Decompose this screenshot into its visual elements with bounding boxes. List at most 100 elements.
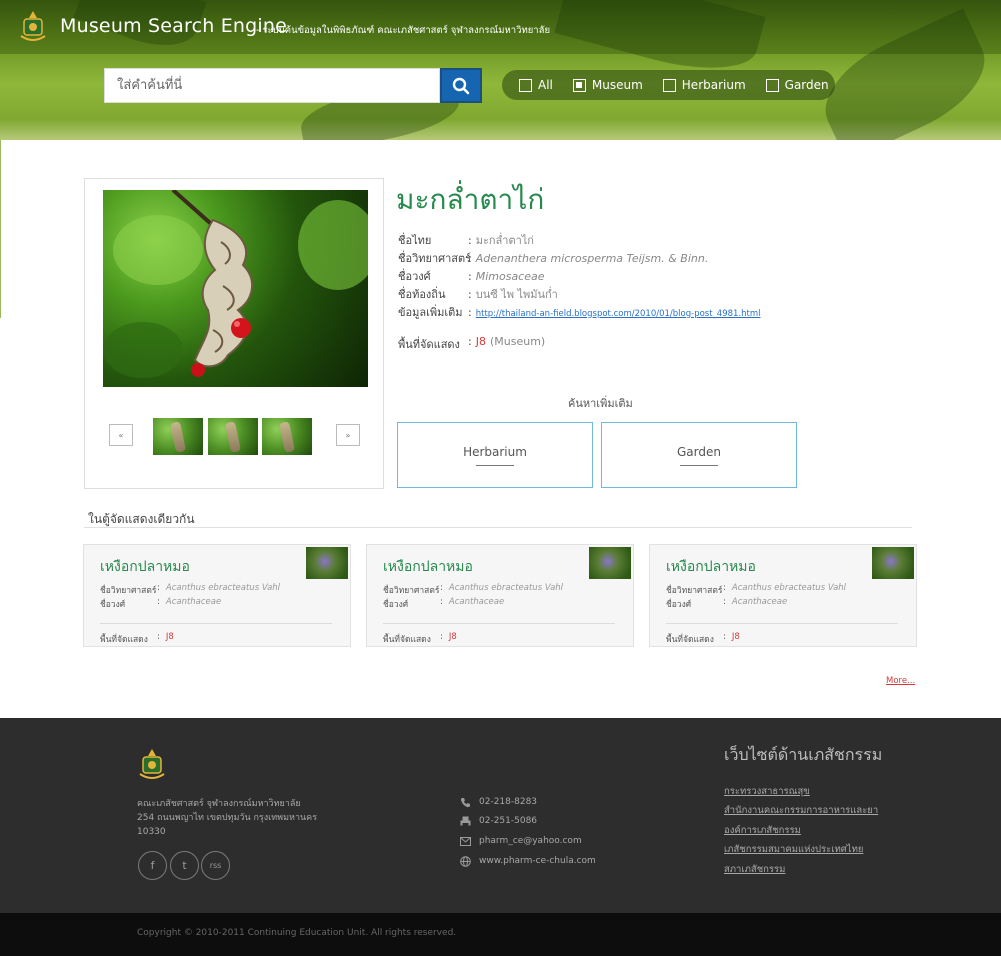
phone-icon — [459, 796, 471, 808]
checkbox-garden[interactable] — [765, 78, 779, 92]
checkbox-herbarium[interactable] — [662, 78, 676, 92]
filter-label: Herbarium — [681, 78, 746, 92]
address-line: 254 ถนนพญาไท เขตปทุมวัน กรุงเทพมหานคร — [137, 813, 318, 823]
card-title[interactable]: เหงือกปลาหมอ — [383, 556, 473, 578]
related-card[interactable]: เหงือกปลาหมอ ชื่อวิทยาศาสตร์: Acanthus eb… — [649, 544, 917, 647]
footer-link[interactable]: เภสัชกรรมสมาคมแห่งประเทศไทย — [724, 842, 863, 857]
category-filter-bar: All Museum Herbarium Garden — [502, 70, 835, 100]
footer-link[interactable]: สภาเภสัชกรรม — [724, 862, 785, 877]
info-value: มะกล่ำตาไก่ — [475, 234, 534, 247]
copyright-text: Copyright © 2010-2011 Continuing Educati… — [137, 928, 457, 938]
footer-link[interactable]: กระทรวงสาธารณสุข — [724, 784, 810, 799]
info-row-family: ชื่อวงศ์ : Mimosaceae — [398, 267, 761, 285]
divider — [666, 623, 898, 624]
divider — [0, 140, 1, 318]
divider — [84, 527, 912, 528]
card-title[interactable]: เหงือกปลาหมอ — [100, 556, 190, 578]
site-subtitle: - ระบบค้นข้อมูลในพิพิธภัณฑ์ คณะเภสัชศาสต… — [256, 25, 551, 36]
contact-text: 02-218-8283 — [479, 797, 538, 807]
card-family: Acanthaceae — [165, 597, 222, 607]
species-info: ชื่อไทย : มะกล่ำตาไก่ ชื่อวิทยาศาสตร์ : … — [398, 231, 761, 321]
exhibit-place: (Museum) — [489, 335, 546, 348]
specimen-photo[interactable] — [103, 190, 368, 387]
filter-label: All — [538, 78, 553, 92]
thumbnail-2[interactable] — [208, 418, 258, 455]
herbarium-search-button[interactable]: Herbarium — [397, 422, 593, 488]
exhibit-label: พื้นที่จัดแสดง — [398, 338, 460, 351]
card-thumbnail[interactable] — [872, 547, 914, 579]
card-title[interactable]: เหงือกปลาหมอ — [666, 556, 756, 578]
button-label: Garden — [677, 444, 721, 459]
image-gallery: « » — [84, 178, 384, 489]
info-label: ชื่อไทย — [398, 234, 432, 247]
search-button[interactable] — [440, 68, 482, 103]
search-box — [104, 68, 440, 103]
more-link[interactable]: More... — [886, 676, 915, 686]
card-thumbnail[interactable] — [306, 547, 348, 579]
garden-search-button[interactable]: Garden — [601, 422, 797, 488]
info-value: Mimosaceae — [475, 269, 545, 283]
mail-icon — [459, 835, 471, 847]
info-label: ชื่อวิทยาศาสตร์ — [398, 252, 472, 265]
card-label: ชื่อวิทยาศาสตร์ — [383, 586, 440, 596]
filter-all[interactable]: All — [519, 78, 553, 92]
card-scientific-name: Acanthus ebracteatus Vahl — [731, 583, 847, 593]
footer-link[interactable]: องค์การเภสัชกรรม — [724, 823, 801, 838]
card-label: ชื่อวิทยาศาสตร์ — [100, 586, 157, 596]
card-scientific-name: Acanthus ebracteatus Vahl — [165, 583, 281, 593]
prev-image-button[interactable]: « — [109, 424, 133, 446]
button-label: Herbarium — [463, 444, 527, 459]
exhibit-location: พื้นที่จัดแสดง : J8 (Museum) — [398, 335, 546, 351]
contact-fax: 02-251-5086 — [459, 815, 537, 827]
globe-icon — [459, 855, 471, 867]
next-image-button[interactable]: » — [336, 424, 360, 446]
card-label: พื้นที่จัดแสดง — [383, 635, 431, 645]
info-label: ชื่อท้องถิ่น — [398, 288, 446, 301]
facebook-icon[interactable]: f — [138, 851, 167, 880]
card-thumbnail[interactable] — [589, 547, 631, 579]
related-card[interactable]: เหงือกปลาหมอ ชื่อวิทยาศาสตร์: Acanthus eb… — [366, 544, 634, 647]
filter-garden[interactable]: Garden — [765, 78, 829, 92]
footer-link[interactable]: สำนักงานคณะกรรมการอาหารและยา — [724, 803, 878, 818]
specimen-illustration — [103, 190, 368, 378]
header-banner: Museum Search Engine - ระบบค้นข้อมูลในพิ… — [0, 0, 1001, 140]
twitter-icon[interactable]: t — [170, 851, 199, 880]
card-label: ชื่อวิทยาศาสตร์ — [666, 586, 723, 596]
filter-museum[interactable]: Museum — [572, 78, 643, 92]
contact-website[interactable]: www.pharm-ce-chula.com — [459, 855, 596, 867]
thumbnail-3[interactable] — [262, 418, 312, 455]
contact-text[interactable]: www.pharm-ce-chula.com — [479, 856, 596, 866]
more-info-link[interactable]: http://thailand-an-field.blogspot.com/20… — [476, 309, 761, 319]
card-label: ชื่อวงศ์ — [383, 600, 409, 610]
contact-text: 02-251-5086 — [479, 816, 538, 826]
card-label: พื้นที่จัดแสดง — [100, 635, 148, 645]
related-card[interactable]: เหงือกปลาหมอ ชื่อวิทยาศาสตร์: Acanthus eb… — [83, 544, 351, 647]
info-value: บนซี ไพ ไพมันก่ำ — [475, 288, 558, 301]
card-family: Acanthaceae — [448, 597, 505, 607]
card-family: Acanthaceae — [731, 597, 788, 607]
checkbox-museum[interactable] — [572, 78, 586, 92]
filter-label: Museum — [591, 78, 643, 92]
search-input[interactable] — [105, 69, 439, 102]
footer-logo-icon — [139, 749, 165, 779]
site-title[interactable]: Museum Search Engine — [60, 15, 287, 37]
info-row-local-name: ชื่อท้องถิ่น : บนซี ไพ ไพมันก่ำ — [398, 285, 761, 303]
filter-label: Garden — [784, 78, 829, 92]
filter-herbarium[interactable]: Herbarium — [662, 78, 746, 92]
info-value: Adenanthera microsperma Teijsm. & Binn. — [475, 251, 709, 265]
exhibit-code: J8 — [475, 335, 486, 348]
checkbox-all[interactable] — [519, 78, 532, 92]
fax-icon — [459, 815, 471, 827]
faculty-logo-icon[interactable] — [18, 10, 48, 44]
info-row-scientific-name: ชื่อวิทยาศาสตร์ : Adenanthera microsperm… — [398, 249, 761, 267]
rss-icon[interactable]: rss — [201, 851, 230, 880]
info-label: ข้อมูลเพิ่มเติม — [398, 306, 463, 319]
card-label: ชื่อวงศ์ — [100, 600, 126, 610]
card-label: พื้นที่จัดแสดง — [666, 635, 714, 645]
info-label: ชื่อวงศ์ — [398, 270, 431, 283]
footer-address: คณะเภสัชศาสตร์ จุฬาลงกรณ์มหาวิทยาลัย 254… — [137, 797, 317, 839]
contact-text[interactable]: pharm_ce@yahoo.com — [479, 836, 582, 846]
thumbnail-1[interactable] — [153, 418, 203, 455]
divider — [383, 623, 615, 624]
contact-email[interactable]: pharm_ce@yahoo.com — [459, 835, 582, 847]
